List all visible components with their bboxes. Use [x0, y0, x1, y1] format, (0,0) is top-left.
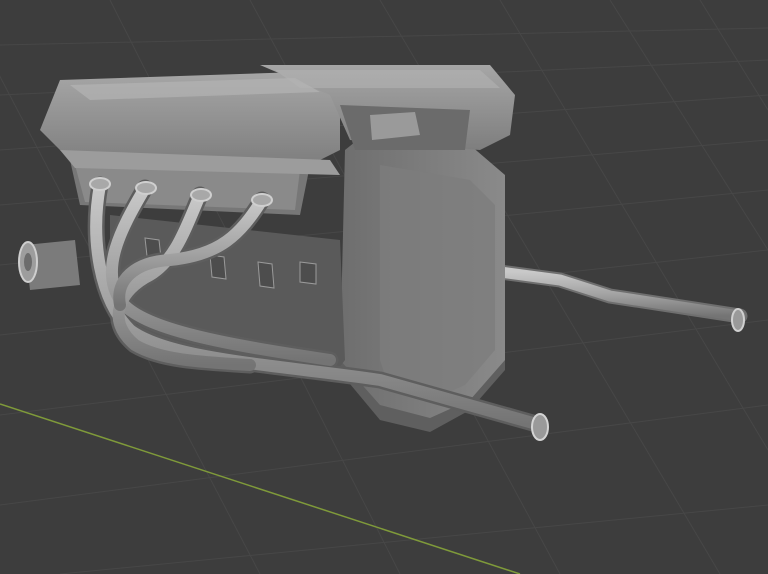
x-axis-line: [0, 403, 521, 574]
viewport-canvas[interactable]: [0, 0, 768, 574]
3d-viewport[interactable]: [0, 0, 768, 574]
rear-exhaust-pipe: [492, 264, 748, 332]
